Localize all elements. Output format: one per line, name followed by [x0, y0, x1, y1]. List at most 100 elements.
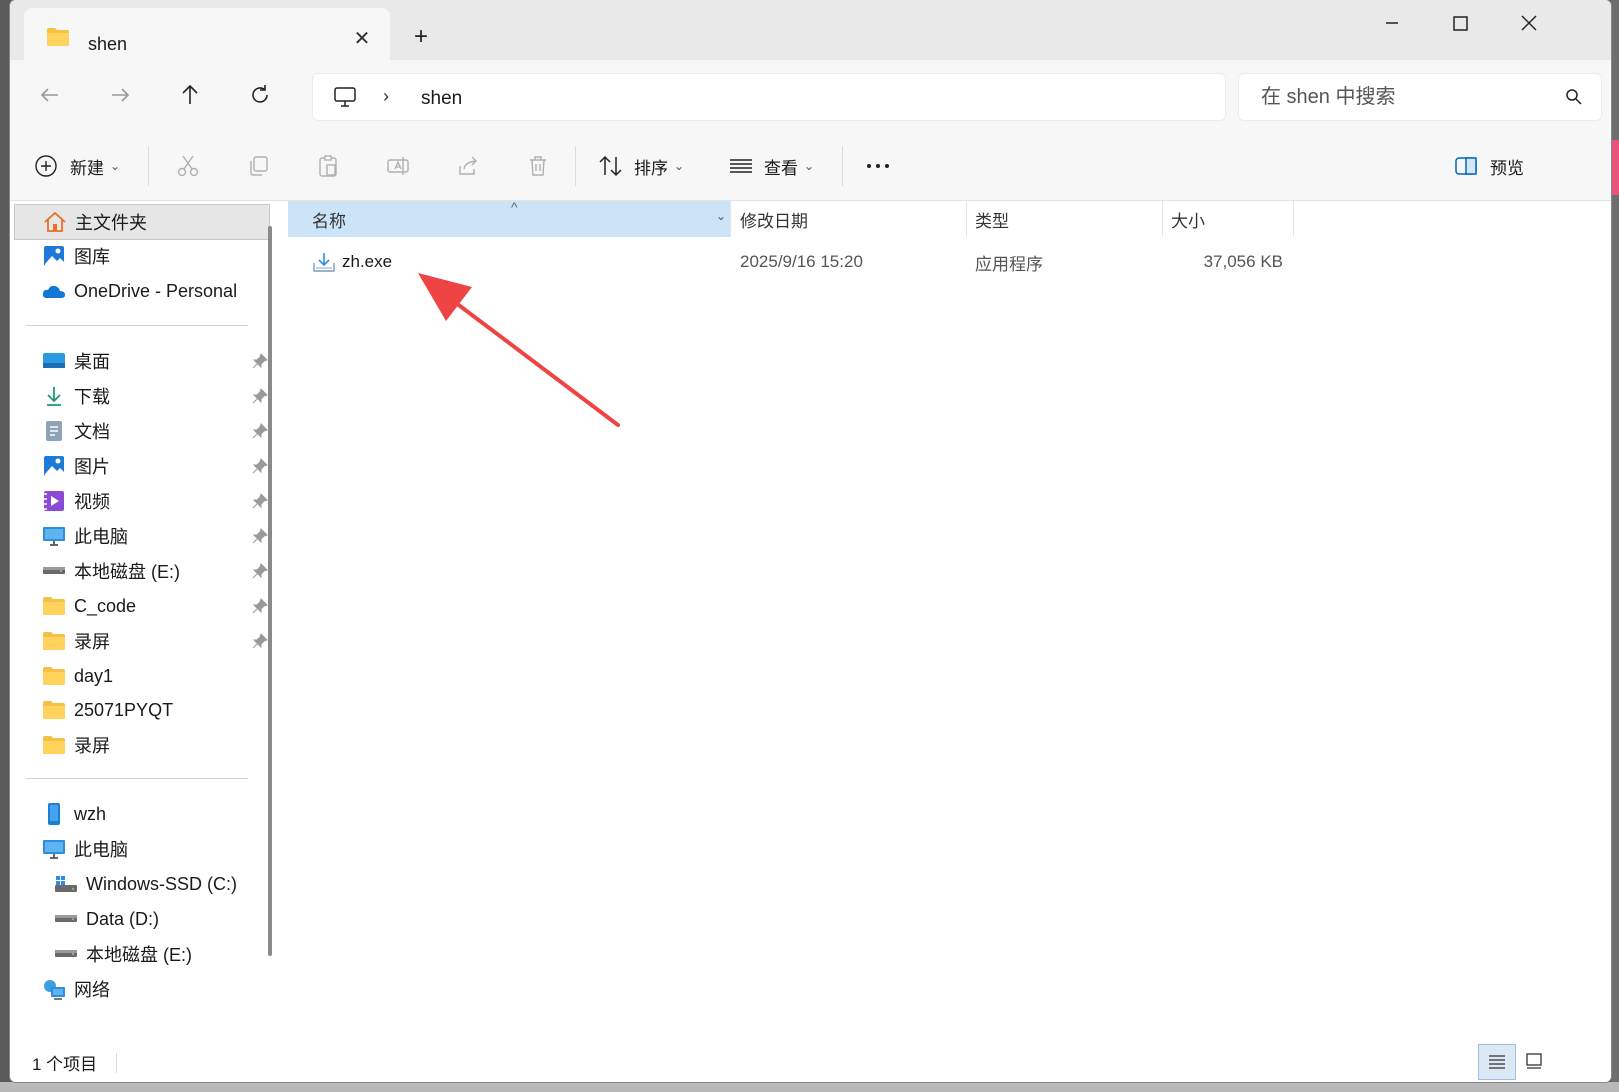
sidebar-item-local-disk-e[interactable]: 本地磁盘 (E:)	[14, 554, 268, 588]
share-button[interactable]	[456, 132, 480, 200]
maximize-icon	[1453, 16, 1468, 31]
sort-button[interactable]: 排序 ⌄	[598, 132, 684, 200]
table-row[interactable]: zh.exe 2025/9/16 15:20 应用程序 37,056 KB	[288, 241, 1298, 283]
rename-button[interactable]	[386, 132, 410, 200]
view-button[interactable]: 查看 ⌄	[728, 132, 814, 200]
file-list: 名称 ^ ⌄ 修改日期 类型 大小 zh.exe 2025/9/16 15:20…	[288, 199, 1611, 1033]
refresh-button[interactable]	[240, 75, 280, 115]
new-tab-button[interactable]: +	[404, 20, 438, 54]
sidebar-item-videos[interactable]: 视频	[14, 484, 268, 518]
network-icon	[42, 977, 66, 1001]
sidebar-scrollbar[interactable]	[268, 226, 272, 956]
pin-icon[interactable]	[252, 598, 268, 614]
close-window-button[interactable]	[1498, 8, 1558, 38]
search-icon	[1566, 89, 1582, 105]
sidebar-item-recordings-pinned[interactable]: 录屏	[14, 624, 268, 658]
pin-icon[interactable]	[252, 633, 268, 649]
computer-icon	[42, 524, 66, 548]
sidebar-item-25071pyqt[interactable]: 25071PYQT	[14, 693, 268, 727]
sidebar-item-phone-wzh[interactable]: wzh	[14, 797, 268, 831]
folder-icon	[47, 28, 69, 46]
drive-icon	[54, 907, 78, 931]
sidebar-item-downloads[interactable]: 下载	[14, 379, 268, 413]
sidebar-item-home[interactable]: 主文件夹	[14, 204, 270, 240]
paste-button[interactable]	[316, 132, 340, 200]
pin-icon[interactable]	[252, 458, 268, 474]
pin-icon[interactable]	[252, 563, 268, 579]
sort-icon	[599, 155, 622, 177]
sidebar-item-onedrive[interactable]: OneDrive - Personal	[14, 274, 268, 308]
column-divider[interactable]	[1293, 201, 1294, 237]
search-box[interactable]	[1238, 73, 1602, 121]
sidebar-item-windows-ssd-c[interactable]: Windows-SSD (C:)	[14, 867, 268, 901]
chevron-down-icon: ⌄	[110, 159, 121, 173]
tab-shen[interactable]: shen ✕	[24, 8, 390, 60]
pin-icon[interactable]	[252, 388, 268, 404]
breadcrumb-shen[interactable]: shen	[421, 88, 462, 110]
column-header-type[interactable]: 类型	[975, 201, 1160, 237]
cut-button[interactable]	[176, 132, 200, 200]
sidebar-item-label: Windows-SSD (C:)	[86, 873, 238, 894]
preview-pane-button[interactable]: 预览	[1454, 132, 1524, 200]
details-view-button[interactable]	[1478, 1044, 1516, 1080]
sidebar-item-this-pc[interactable]: 此电脑	[14, 519, 268, 553]
maximize-button[interactable]	[1430, 8, 1490, 38]
sidebar-item-label: 网络	[74, 980, 110, 1000]
preview-pane-icon	[1455, 157, 1477, 175]
tiles-view-icon	[1526, 1053, 1542, 1069]
document-icon	[42, 419, 66, 443]
new-button[interactable]: 新建 ⌄	[34, 132, 120, 200]
sidebar-item-documents[interactable]: 文档	[14, 414, 268, 448]
cut-icon	[177, 155, 199, 177]
pin-icon[interactable]	[252, 423, 268, 439]
chevron-right-icon[interactable]: ›	[383, 86, 389, 107]
delete-button[interactable]	[526, 132, 550, 200]
folder-icon	[42, 698, 66, 722]
sidebar-item-gallery[interactable]: 图库	[14, 239, 268, 273]
sidebar-item-desktop[interactable]: 桌面	[14, 344, 268, 378]
back-button[interactable]	[30, 75, 70, 115]
chevron-down-icon[interactable]: ⌄	[716, 209, 726, 223]
windows-drive-icon	[54, 872, 78, 896]
column-divider[interactable]	[730, 201, 731, 237]
sidebar-item-pictures[interactable]: 图片	[14, 449, 268, 483]
sidebar-item-data-d[interactable]: Data (D:)	[14, 902, 268, 936]
copy-button[interactable]	[246, 132, 270, 200]
sidebar-item-recordings[interactable]: 录屏	[14, 728, 268, 762]
pin-icon[interactable]	[252, 493, 268, 509]
sidebar-item-label: 下载	[74, 387, 110, 407]
drive-icon	[42, 559, 66, 583]
more-options-button[interactable]	[864, 132, 892, 200]
desktop-background-accent	[1611, 140, 1619, 195]
item-count: 1 个项目	[32, 1055, 98, 1074]
column-name-label: 名称	[312, 211, 346, 231]
navigation-bar: › shen	[10, 60, 1611, 132]
pin-icon[interactable]	[252, 528, 268, 544]
sidebar-item-this-pc-device[interactable]: 此电脑	[14, 832, 268, 866]
forward-button[interactable]	[100, 75, 140, 115]
search-input[interactable]	[1259, 82, 1553, 112]
sidebar-item-network[interactable]: 网络	[14, 972, 268, 1006]
file-explorer-window: shen ✕ + › shen 在 shen 中搜索 新建 ⌄ 排序 ⌄ 查看 …	[10, 0, 1611, 1082]
tiles-view-button[interactable]	[1516, 1044, 1552, 1078]
chevron-down-icon: ⌄	[804, 159, 815, 173]
column-divider[interactable]	[966, 201, 967, 237]
column-type-label: 类型	[975, 211, 1009, 231]
close-tab-icon[interactable]: ✕	[348, 25, 376, 53]
address-bar[interactable]: › shen	[312, 73, 1226, 121]
up-button[interactable]	[170, 75, 210, 115]
sidebar-item-label: 此电脑	[74, 840, 128, 860]
sidebar-item-c-code[interactable]: C_code	[14, 589, 268, 623]
sidebar-item-local-disk-e-device[interactable]: 本地磁盘 (E:)	[14, 937, 268, 971]
column-header-name[interactable]: 名称 ^ ⌄	[288, 199, 730, 237]
share-icon	[459, 156, 477, 175]
column-header-modified[interactable]: 修改日期	[740, 201, 965, 237]
column-size-label: 大小	[1171, 211, 1205, 231]
column-header-size[interactable]: 大小	[1171, 201, 1291, 237]
column-divider[interactable]	[1162, 201, 1163, 237]
minimize-button[interactable]	[1362, 8, 1422, 38]
desktop-icon	[42, 349, 66, 373]
details-view-icon	[1489, 1055, 1505, 1069]
pin-icon[interactable]	[252, 353, 268, 369]
sidebar-item-day1[interactable]: day1	[14, 659, 268, 693]
